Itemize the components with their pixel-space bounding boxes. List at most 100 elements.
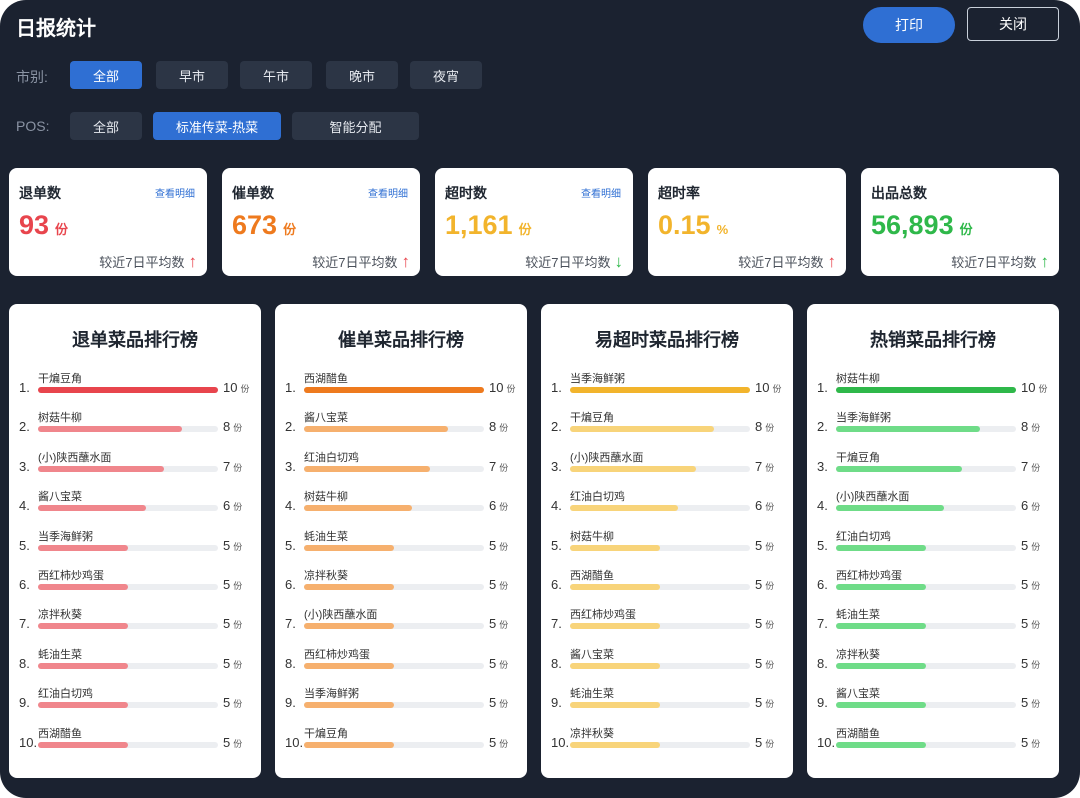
ranking-rank: 6. — [285, 577, 296, 592]
ranking-rank: 2. — [285, 419, 296, 435]
dish-count-unit: 份 — [765, 699, 775, 710]
ranking-row: 5. 当季海鲜粥 5 份 — [9, 528, 261, 562]
dish-count: 5份 — [223, 577, 242, 592]
dish-name: 西湖醋鱼 — [38, 727, 82, 740]
dish-name: 树菇牛柳 — [570, 530, 614, 543]
view-details-link[interactable]: 查看明细 — [155, 185, 195, 200]
dish-name: (小)陕西蘸水面 — [304, 609, 378, 622]
pos-filter-option[interactable]: 标准传菜-热菜 — [153, 112, 281, 140]
dish-count-unit: 份 — [765, 462, 775, 473]
ranking-bar-track — [38, 584, 218, 590]
ranking-bar-fill — [304, 505, 412, 512]
ranking-bar-fill — [570, 426, 714, 433]
dish-count-value: 5 — [1021, 655, 1029, 671]
dish-count-value: 6 — [1021, 498, 1029, 514]
pos-filter-option[interactable]: 全部 — [70, 112, 142, 140]
dish-count: 5份 — [223, 538, 242, 553]
stat-value-unit: % — [716, 222, 729, 237]
ranking-bar-track — [304, 662, 484, 669]
ranking-rank: 5. — [817, 537, 828, 553]
market-filter-option[interactable]: 全部 — [70, 61, 142, 89]
dish-count-value: 10 — [755, 380, 770, 395]
pos-filter-option[interactable]: 智能分配 — [292, 112, 419, 140]
market-filter-option[interactable]: 早市 — [156, 61, 228, 89]
view-details-link[interactable]: 查看明细 — [368, 185, 408, 200]
market-filter-option[interactable]: 午市 — [240, 61, 312, 89]
dish-count-value: 7 — [755, 458, 763, 474]
dish-count: 8份 — [223, 419, 242, 434]
ranking-rank: 4. — [19, 498, 30, 514]
dish-count: 7份 — [223, 459, 242, 474]
dish-count-value: 10 — [223, 380, 238, 395]
ranking-bar-fill — [304, 662, 394, 669]
dish-count-unit: 份 — [499, 738, 509, 749]
market-filter-option[interactable]: 晚市 — [326, 61, 398, 89]
dish-name: 红油白切鸡 — [836, 530, 891, 543]
dish-count: 5份 — [1021, 616, 1040, 631]
ranking-panel-title: 热销菜品排行榜 — [870, 330, 996, 350]
dish-count: 10 份 — [1021, 380, 1047, 395]
ranking-row: 2. 酱八宝菜 8 份 — [275, 409, 527, 443]
dish-name: 干煸豆角 — [304, 727, 348, 740]
dish-count-value: 5 — [755, 537, 763, 553]
ranking-row: 1. 当季海鲜粥 10 份 — [541, 370, 793, 404]
ranking-bar-track — [304, 465, 484, 472]
dish-count-value: 5 — [489, 616, 497, 632]
ranking-row: 7. 西红柿炒鸡蛋 5 份 — [541, 606, 793, 640]
dish-count-value: 5 — [223, 577, 231, 592]
dish-name: 红油白切鸡 — [304, 451, 359, 464]
ranking-rank: 9. — [817, 695, 828, 711]
dish-count-value: 6 — [223, 498, 231, 514]
ranking-bar-track — [570, 584, 750, 590]
dish-name: 凉拌秋葵 — [836, 648, 880, 661]
ranking-row: 10. 西湖醋鱼 5 份 — [807, 725, 1059, 759]
dish-count: 5份 — [489, 538, 508, 553]
ranking-row: 6. 西湖醋鱼 5 份 — [541, 567, 793, 601]
arrow-up-icon: ↑ — [827, 252, 837, 271]
dish-count-value: 5 — [1021, 695, 1029, 711]
dish-count-unit: 份 — [1031, 581, 1041, 591]
ranking-row: 2. 树菇牛柳 8 份 — [9, 409, 261, 443]
dish-count-unit: 份 — [765, 541, 775, 552]
dish-name: 西湖醋鱼 — [836, 727, 880, 740]
ranking-row: 8. 蚝油生菜 5 份 — [9, 646, 261, 680]
stat-value-number: 93 — [19, 210, 50, 240]
ranking-rank: 9. — [285, 695, 296, 711]
stat-card: 出品总数 56,893 份较近7日平均数 ↑ — [861, 168, 1059, 276]
ranking-bar-fill — [38, 741, 128, 748]
ranking-rank: 1. — [551, 380, 562, 395]
ranking-bar-fill — [570, 741, 660, 748]
dish-name: 酱八宝菜 — [38, 491, 82, 504]
dish-count-value: 5 — [223, 734, 231, 750]
ranking-bar-fill — [836, 505, 944, 512]
stat-card-label: 超时率 — [658, 185, 700, 201]
ranking-bar-fill — [570, 387, 750, 393]
dish-count: 8份 — [489, 419, 508, 434]
ranking-bar-track — [304, 741, 484, 748]
ranking-rank: 5. — [19, 537, 30, 553]
dish-count-value: 5 — [489, 577, 497, 592]
ranking-bar-fill — [38, 623, 128, 630]
ranking-rank: 4. — [551, 498, 562, 514]
ranking-bar-fill — [38, 702, 128, 709]
ranking-rank: 7. — [285, 616, 296, 632]
report-window: 日报统计 打印 关闭 市别: 全部 早市 午市 晚市 夜宵 POS: 全部 标准传菜-热菜… — [0, 0, 1080, 798]
stat-card: 超时数 查看明细 1,161 份较近7日平均数 ↓ — [435, 168, 633, 276]
ranking-row: 3. (小)陕西蘸水面 7 份 — [9, 449, 261, 483]
dish-count: 5份 — [755, 577, 774, 592]
print-button[interactable]: 打印 — [863, 7, 955, 43]
market-filter-option[interactable]: 夜宵 — [410, 61, 482, 89]
ranking-bar-fill — [836, 702, 926, 709]
ranking-bar-track — [38, 465, 218, 472]
close-button[interactable]: 关闭 — [967, 7, 1059, 41]
ranking-row: 4. 酱八宝菜 6 份 — [9, 488, 261, 522]
dish-count-unit: 份 — [765, 659, 775, 670]
view-details-link[interactable]: 查看明细 — [581, 185, 621, 200]
ranking-bar-track — [570, 623, 750, 630]
ranking-row: 7. 凉拌秋葵 5 份 — [9, 606, 261, 640]
stat-card-comparison: 较近7日平均数 ↑ — [951, 252, 1049, 271]
dish-count-unit: 份 — [233, 620, 243, 631]
ranking-panel-title: 易超时菜品排行榜 — [595, 330, 739, 350]
ranking-rank: 6. — [551, 577, 562, 592]
ranking-rank: 2. — [551, 419, 562, 435]
